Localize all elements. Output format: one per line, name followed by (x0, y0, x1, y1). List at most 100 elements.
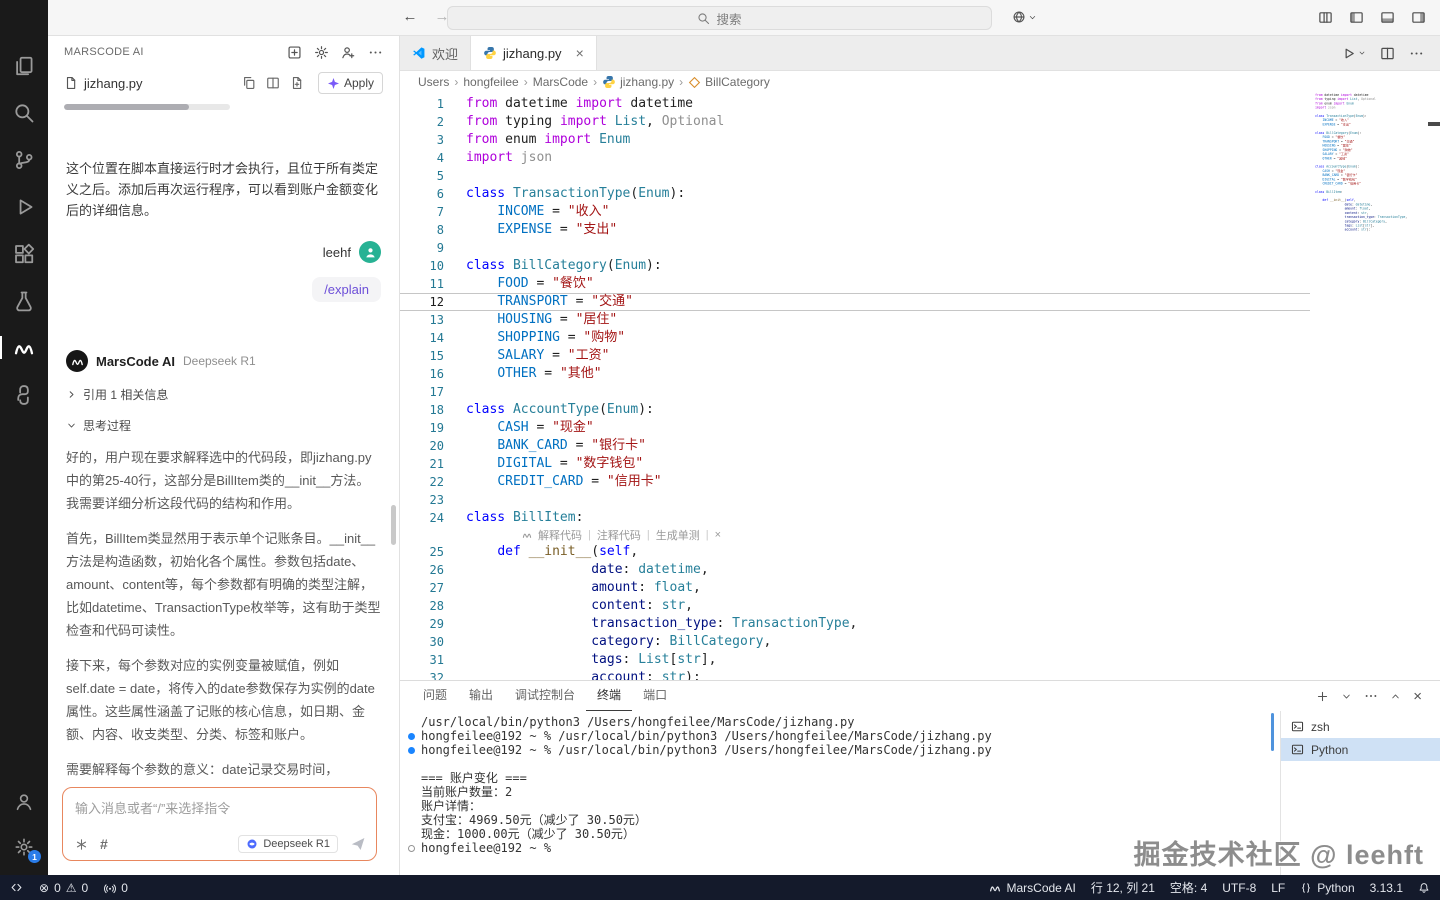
activity-item-settings[interactable]: 1 (0, 824, 48, 869)
code-line-21[interactable]: 21 DIGITAL = "数字钱包" (400, 455, 1440, 473)
status-cursor-position[interactable]: 行 12, 列 21 (1091, 879, 1155, 896)
remote-indicator[interactable] (10, 881, 23, 894)
code-line-14[interactable]: 14 SHOPPING = "购物" (400, 329, 1440, 347)
split-editor-icon[interactable] (1380, 46, 1395, 61)
code-line-24[interactable]: 24class BillItem: (1310, 190, 1428, 194)
code-line-27[interactable]: 27 amount: float, (400, 579, 1440, 597)
skills-icon[interactable] (75, 838, 88, 851)
code-line-15[interactable]: 15 SALARY = "工资" (400, 347, 1440, 365)
code-line-28[interactable]: 28 content: str, (400, 597, 1440, 615)
code-action[interactable]: 解释代码 (538, 527, 582, 543)
panel-more-icon[interactable] (1364, 689, 1378, 703)
sidebar-scrollbar[interactable] (391, 505, 396, 545)
code-line-19[interactable]: 19 CASH = "现金" (400, 419, 1440, 437)
code-line-32[interactable]: 32 account: str): (1310, 228, 1428, 232)
model-selector[interactable]: Deepseek R1 (238, 835, 338, 853)
code-line-10[interactable]: 10class BillCategory(Enum): (400, 257, 1440, 275)
insert-file-icon[interactable] (290, 76, 304, 90)
terminal-session-Python[interactable]: Python (1281, 738, 1440, 761)
code-line-11[interactable]: 11 FOOD = "餐饮" (400, 275, 1440, 293)
status-python-version[interactable]: 3.13.1 (1370, 881, 1403, 895)
status-language-mode[interactable]: Python (1300, 881, 1354, 895)
breadcrumb-hongfeilee[interactable]: hongfeilee (463, 75, 518, 89)
status-eol[interactable]: LF (1271, 881, 1285, 895)
chat-input[interactable]: 输入消息或者“/”来选择指令 # Deepseek R1 (62, 787, 377, 861)
code-line-2[interactable]: 2from typing import List, Optional (400, 113, 1440, 131)
problems-status[interactable]: ⊗0 ⚠0 (39, 881, 88, 895)
code-line-12[interactable]: 12 TRANSPORT = "交通" (400, 293, 1440, 311)
code-editor[interactable]: 1from datetime import datetime2from typi… (400, 93, 1440, 680)
panel-bottom-icon[interactable] (1380, 10, 1395, 25)
activity-item-testing[interactable] (0, 277, 48, 324)
close-icon[interactable]: × (576, 45, 584, 61)
code-line-1[interactable]: 1from datetime import datetime (400, 95, 1440, 113)
back-button[interactable]: ← (400, 8, 420, 25)
editor-scrollbar[interactable] (1428, 93, 1440, 680)
code-line-5[interactable]: 5 (400, 167, 1440, 185)
close-icon[interactable]: × (715, 529, 721, 541)
code-line-4[interactable]: 4import json (400, 149, 1440, 167)
tab-jizhang.py[interactable]: jizhang.py× (471, 36, 597, 70)
status-notifications[interactable] (1418, 882, 1430, 894)
code-line-26[interactable]: 26 date: datetime, (400, 561, 1440, 579)
activity-item-accounts[interactable] (0, 779, 48, 824)
global-search-input[interactable]: 搜索 (447, 6, 992, 30)
thinking-section[interactable]: 思考过程 (66, 417, 381, 434)
copy-icon[interactable] (242, 76, 256, 90)
code-line-31[interactable]: 31 tags: List[str], (400, 651, 1440, 669)
panel-tab-端口[interactable]: 端口 (632, 681, 678, 711)
code-line-32[interactable]: 32 account: str): (400, 669, 1440, 680)
tab-欢迎[interactable]: 欢迎 (400, 36, 471, 70)
send-icon[interactable] (350, 836, 366, 852)
apply-button[interactable]: Apply (318, 72, 383, 94)
code-action[interactable]: 生成单测 (656, 527, 700, 543)
ai-code-actions[interactable]: 解释代码|注释代码|生成单测|× (400, 527, 1440, 543)
split-icon[interactable] (266, 76, 280, 90)
code-line-6[interactable]: 6class TransactionType(Enum): (400, 185, 1440, 203)
editor-more-icon[interactable] (1409, 46, 1424, 61)
code-line-23[interactable]: 23 (400, 491, 1440, 509)
more-actions-button[interactable] (368, 45, 383, 60)
activity-item-search[interactable] (0, 89, 48, 136)
code-line-22[interactable]: 22 CREDIT_CARD = "信用卡" (400, 473, 1440, 491)
reference-section[interactable]: 引用 1 相关信息 (66, 386, 381, 403)
panel-close-icon[interactable]: × (1413, 688, 1422, 705)
code-line-7[interactable]: 7 INCOME = "收入" (400, 203, 1440, 221)
terminal-dropdown-icon[interactable] (1341, 691, 1352, 702)
activity-item-python[interactable] (0, 371, 48, 418)
code-line-29[interactable]: 29 transaction_type: TransactionType, (400, 615, 1440, 633)
panel-right-icon[interactable] (1411, 10, 1426, 25)
status-indentation[interactable]: 空格: 4 (1170, 879, 1207, 896)
code-line-16[interactable]: 16 OTHER = "其他" (400, 365, 1440, 383)
run-button[interactable] (1341, 46, 1366, 61)
code-line-3[interactable]: 3from enum import Enum (400, 131, 1440, 149)
code-line-8[interactable]: 8 EXPENSE = "支出" (400, 221, 1440, 239)
breadcrumb-jizhang.py[interactable]: jizhang.py (602, 75, 674, 89)
minimap[interactable]: 1from datetime import datetime2from typi… (1310, 93, 1428, 680)
panel-tab-问题[interactable]: 问题 (412, 681, 458, 711)
new-terminal-icon[interactable] (1316, 690, 1329, 703)
context-hash-button[interactable]: # (100, 836, 108, 852)
panel-maximize-icon[interactable] (1390, 691, 1401, 702)
search-options-button[interactable] (1012, 10, 1037, 24)
code-line-9[interactable]: 9 (400, 239, 1440, 257)
terminal-output[interactable]: /usr/local/bin/python3 /Users/hongfeilee… (408, 715, 1270, 871)
code-line-24[interactable]: 24class BillItem: (400, 509, 1440, 527)
panel-left-icon[interactable] (1349, 10, 1364, 25)
invite-button[interactable] (341, 45, 356, 60)
columns-icon[interactable] (1318, 10, 1333, 25)
breadcrumb-Users[interactable]: Users (418, 75, 449, 89)
code-line-13[interactable]: 13 HOUSING = "居住" (400, 311, 1440, 329)
activity-item-explorer[interactable] (0, 42, 48, 89)
terminal-session-zsh[interactable]: zsh (1281, 715, 1440, 738)
panel-tab-输出[interactable]: 输出 (458, 681, 504, 711)
ports-status[interactable]: 0 (104, 881, 128, 895)
panel-tab-终端[interactable]: 终端 (586, 681, 632, 711)
code-action[interactable]: 注释代码 (597, 527, 641, 543)
code-line-20[interactable]: 20 BANK_CARD = "银行卡" (400, 437, 1440, 455)
code-line-30[interactable]: 30 category: BillCategory, (400, 633, 1440, 651)
code-line-25[interactable]: 25 def __init__(self, (400, 543, 1440, 561)
panel-tab-调试控制台[interactable]: 调试控制台 (504, 681, 586, 711)
breadcrumb-MarsCode[interactable]: MarsCode (533, 75, 588, 89)
activity-item-marscode-ai[interactable] (0, 324, 48, 371)
